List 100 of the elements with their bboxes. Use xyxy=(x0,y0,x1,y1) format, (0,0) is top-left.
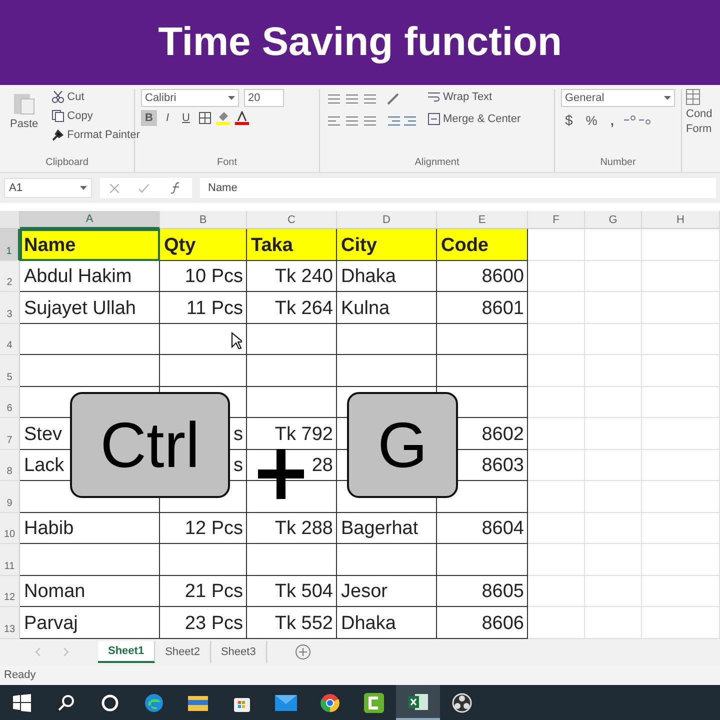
wrap-text-button[interactable]: Wrap Text xyxy=(424,89,525,105)
row-header[interactable]: 9 xyxy=(0,481,20,512)
sheet-tab[interactable]: Sheet3 xyxy=(210,641,267,663)
empty-cell xyxy=(528,260,585,292)
ribbon-label: Form xyxy=(686,123,712,135)
underline-button[interactable]: U xyxy=(178,110,194,126)
empty-cell xyxy=(528,576,585,607)
caret-icon xyxy=(80,186,87,190)
column-header[interactable]: A xyxy=(20,211,160,229)
row-header[interactable]: 11 xyxy=(0,544,20,576)
caret-icon xyxy=(228,96,235,100)
table-cell: Dhaka xyxy=(337,260,437,292)
row-header[interactable]: 10 xyxy=(0,512,20,544)
table-cell: Jesor xyxy=(337,576,437,607)
number-format-dropdown[interactable]: General xyxy=(561,89,675,107)
comma-button[interactable]: , xyxy=(606,110,618,130)
empty-cell xyxy=(528,512,585,544)
group-label: Clipboard xyxy=(44,157,90,170)
keyboard-key: G xyxy=(347,392,458,498)
keyboard-key: Ctrl xyxy=(70,392,230,498)
row-header[interactable]: 2 xyxy=(0,260,20,292)
bold-button[interactable]: B xyxy=(141,110,157,126)
empty-cell xyxy=(585,260,642,292)
copy-button[interactable]: Copy xyxy=(48,108,144,124)
table-cell: Tk 792 xyxy=(247,418,337,450)
empty-cell xyxy=(585,386,642,418)
empty-cell xyxy=(528,481,585,512)
cancel-icon xyxy=(110,184,120,192)
format-painter-button[interactable]: Format Painter xyxy=(48,127,144,143)
column-header[interactable]: C xyxy=(247,211,337,229)
empty-cell xyxy=(528,355,585,386)
name-box[interactable]: A1 xyxy=(4,178,92,198)
empty-cell xyxy=(528,544,585,576)
camtasia-icon xyxy=(364,692,384,712)
row-header[interactable]: 12 xyxy=(0,576,20,607)
table-cell: Tk 264 xyxy=(247,292,337,324)
empty-cell xyxy=(528,324,585,355)
table-cell: City xyxy=(337,229,437,260)
search-icon xyxy=(57,694,75,712)
function-icon xyxy=(170,182,182,194)
scissors-icon xyxy=(52,91,64,103)
indent-icon xyxy=(386,115,418,127)
font-color-icon xyxy=(234,111,249,125)
browser-icon xyxy=(320,692,340,712)
wrap-icon xyxy=(428,91,440,103)
add-sheet-icon xyxy=(294,644,311,660)
borders-icon xyxy=(198,112,211,124)
taskbar-button[interactable] xyxy=(396,685,440,720)
currency-button[interactable]: $ xyxy=(561,110,577,130)
formula-field[interactable]: Name xyxy=(200,178,716,198)
cursor-icon xyxy=(231,332,242,349)
column-header[interactable]: F xyxy=(528,211,585,229)
empty-cell xyxy=(528,418,585,450)
cut-button[interactable]: Cut xyxy=(48,89,144,105)
font-size-dropdown[interactable]: 20 xyxy=(244,89,284,107)
column-header[interactable]: D xyxy=(337,211,437,229)
caret-icon xyxy=(664,96,671,100)
row-header[interactable]: 8 xyxy=(0,450,20,481)
italic-button[interactable]: I xyxy=(162,110,174,126)
empty-cell xyxy=(585,512,642,544)
record-icon xyxy=(452,692,472,712)
clipboard-icon xyxy=(13,91,36,115)
row-header[interactable]: 3 xyxy=(0,292,20,324)
row-header[interactable]: 1 xyxy=(0,229,20,260)
browser-icon xyxy=(144,692,164,712)
row-header[interactable]: 13 xyxy=(0,607,20,638)
paste-button[interactable]: Paste xyxy=(6,89,42,157)
sheet-tab[interactable]: Sheet1 xyxy=(98,641,156,663)
column-header[interactable]: G xyxy=(585,211,642,229)
row-header[interactable]: 5 xyxy=(0,355,20,386)
column-header[interactable]: E xyxy=(437,211,528,229)
merge-center-button[interactable]: Merge & Center xyxy=(424,111,525,127)
table-cell: Tk 288 xyxy=(247,512,337,544)
table-cell: Sujayet Ullah xyxy=(20,292,160,324)
decimal-icon xyxy=(622,114,653,126)
column-header[interactable]: B xyxy=(160,211,247,229)
plus-icon xyxy=(258,449,304,499)
brush-icon xyxy=(52,129,64,141)
font-name-dropdown[interactable]: Calibri xyxy=(141,89,239,107)
table-cell: Bagerhat xyxy=(337,512,437,544)
empty-cell xyxy=(585,418,642,450)
percent-button[interactable]: % xyxy=(582,110,602,130)
table-cell: Abdul Hakim xyxy=(20,260,160,292)
row-header[interactable]: 7 xyxy=(0,418,20,450)
table-cell: 11 Pcs xyxy=(160,292,247,324)
table-cell: Tk 504 xyxy=(247,576,337,607)
empty-cell xyxy=(585,292,642,324)
empty-cell xyxy=(585,324,642,355)
column-header[interactable]: H xyxy=(642,211,720,229)
selected-cell[interactable]: Name xyxy=(20,229,160,260)
group-label: Number xyxy=(599,157,637,170)
spreadsheet-icon xyxy=(408,692,428,710)
row-header[interactable]: 6 xyxy=(0,386,20,418)
table-cell: Habib xyxy=(20,512,160,544)
sheet-tab[interactable]: Sheet2 xyxy=(155,641,211,663)
empty-cell xyxy=(585,450,642,481)
status-text: Ready xyxy=(4,669,36,681)
row-header[interactable]: 4 xyxy=(0,324,20,355)
group-label: Font xyxy=(216,157,238,170)
empty-cell xyxy=(585,544,642,576)
